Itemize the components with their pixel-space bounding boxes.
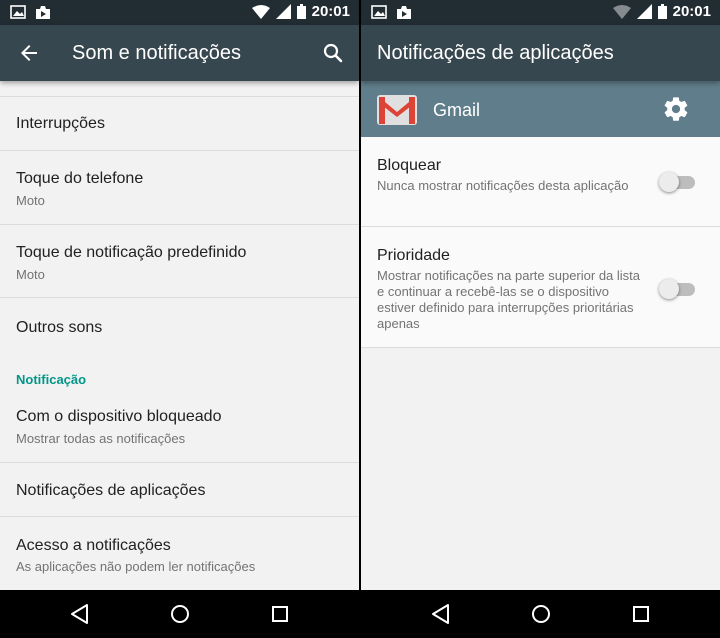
list-item-subtitle: Moto	[16, 193, 45, 208]
list-item-title: Toque do telefone	[16, 170, 144, 187]
nav-back-icon[interactable]	[429, 602, 453, 626]
page-title: Notificações de aplicações	[377, 42, 614, 64]
bloquear-toggle[interactable]	[659, 172, 695, 192]
list-item-notificacoes-aplicacoes[interactable]: Notificações de aplicações	[0, 462, 359, 517]
prioridade-toggle[interactable]	[659, 279, 695, 299]
nav-back-icon[interactable]	[68, 602, 92, 626]
nav-home-icon[interactable]	[529, 602, 553, 626]
pref-title: Prioridade	[377, 247, 450, 264]
battery-icon	[657, 4, 667, 19]
list-item-outros-sons[interactable]: Outros sons	[0, 297, 359, 352]
pref-prioridade[interactable]: Prioridade Mostrar notificações na parte…	[361, 226, 720, 348]
status-bar: 20:01	[0, 0, 359, 25]
status-bar: 20:01	[361, 0, 720, 25]
pref-title: Bloquear	[377, 157, 442, 174]
pref-subtitle: Nunca mostrar notificações desta aplicaç…	[377, 178, 629, 193]
list-item-dispositivo-bloqueado[interactable]: Com o dispositivo bloqueado Mostrar toda…	[0, 389, 359, 463]
section-header-notificacao: Notificação	[16, 372, 87, 387]
pref-bloquear[interactable]: Bloquear Nunca mostrar notificações dest…	[361, 137, 720, 227]
wifi-icon	[251, 4, 270, 19]
sound-notifications-screen: 20:01 Som e notificações Interrupções To…	[0, 0, 359, 638]
search-icon[interactable]	[321, 41, 345, 65]
list-item-subtitle: Moto	[16, 267, 45, 282]
toggle-thumb	[659, 172, 679, 192]
toolbar: Notificações de aplicações	[361, 25, 720, 81]
clock: 20:01	[672, 3, 711, 20]
list-item-title: Notificações de aplicações	[16, 482, 206, 499]
toolbar: Som e notificações	[0, 25, 359, 81]
page-title: Som e notificações	[72, 42, 241, 64]
list-item-interrupcoes[interactable]: Interrupções	[0, 96, 359, 151]
nav-recents-icon[interactable]	[629, 602, 653, 626]
nav-recents-icon[interactable]	[268, 602, 292, 626]
list-item-title: Acesso a notificações	[16, 537, 171, 554]
arrow-back-icon[interactable]	[17, 41, 41, 65]
list-item-toque-telefone[interactable]: Toque do telefone Moto	[0, 150, 359, 224]
navigation-bar	[0, 590, 359, 638]
gallery-icon	[10, 5, 26, 20]
clock: 20:01	[311, 3, 350, 20]
signal-icon	[275, 4, 291, 19]
navigation-bar	[361, 590, 720, 638]
app-name: Gmail	[433, 100, 481, 120]
camera-store-icon	[396, 5, 412, 20]
toggle-thumb	[659, 279, 679, 299]
pref-subtitle: Mostrar notificações na parte superior d…	[377, 268, 641, 331]
gear-icon[interactable]	[662, 95, 690, 123]
battery-icon	[296, 4, 306, 19]
wifi-icon	[612, 4, 631, 19]
list-item-title: Outros sons	[16, 319, 103, 336]
gallery-icon	[371, 5, 387, 20]
nav-home-icon[interactable]	[168, 602, 192, 626]
list-item-acesso-notificacoes[interactable]: Acesso a notificações As aplicações não …	[0, 516, 359, 590]
list-item-subtitle: Mostrar todas as notificações	[16, 431, 186, 446]
app-notification-settings: Gmail Bloquear Nunca mostrar notificaçõe…	[361, 81, 720, 590]
settings-list: Interrupções Toque do telefone Moto Toqu…	[0, 81, 359, 590]
list-item-title: Com o dispositivo bloqueado	[16, 408, 222, 425]
list-item-subtitle: As aplicações não podem ler notificações	[16, 559, 256, 574]
app-notifications-screen: 20:01 Notificações de aplicações Gmail B…	[361, 0, 720, 638]
list-item-title: Toque de notificação predefinido	[16, 244, 247, 261]
app-header: Gmail	[361, 81, 720, 137]
signal-icon	[636, 4, 652, 19]
list-item-toque-notificacao[interactable]: Toque de notificação predefinido Moto	[0, 224, 359, 298]
gmail-icon	[377, 95, 417, 125]
list-item-title: Interrupções	[16, 115, 105, 132]
camera-store-icon	[35, 5, 51, 20]
